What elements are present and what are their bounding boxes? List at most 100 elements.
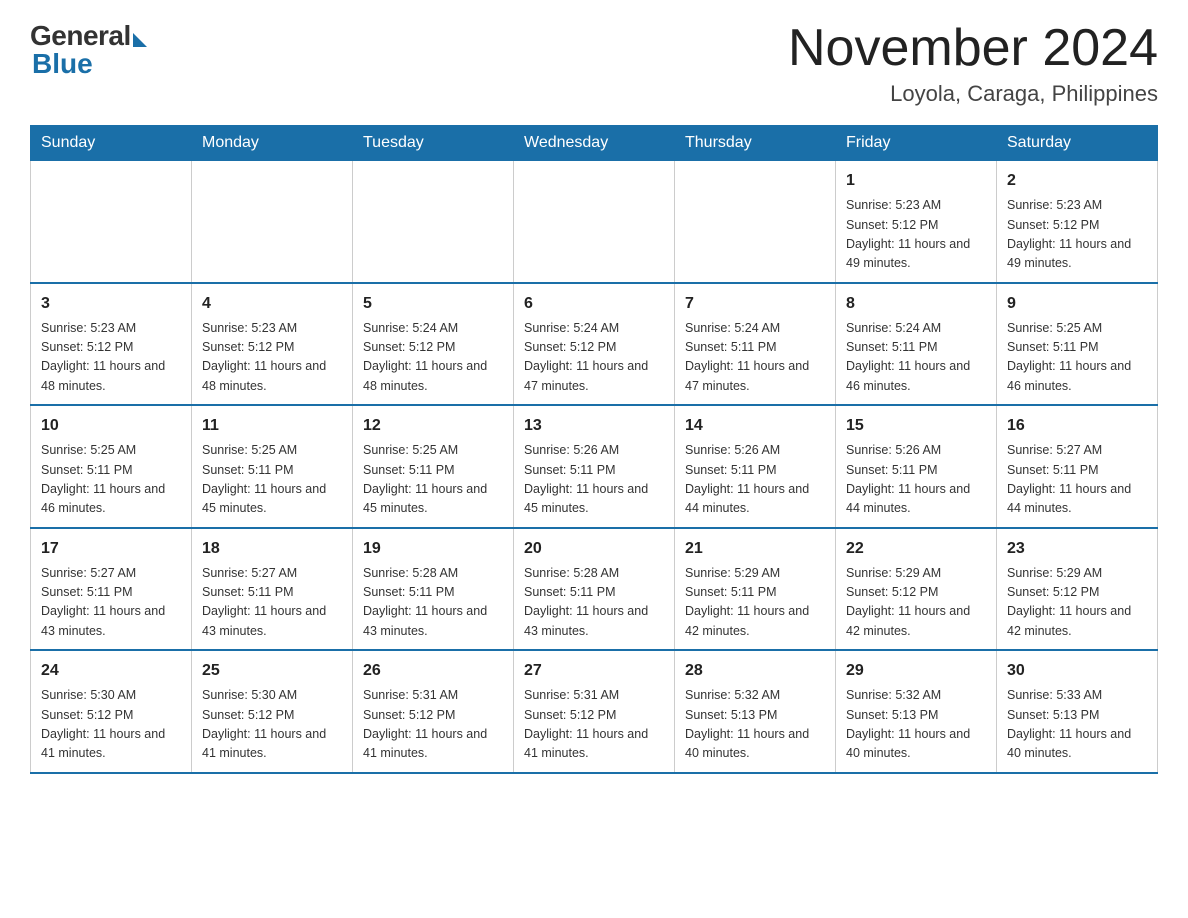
day-info: Sunrise: 5:23 AMSunset: 5:12 PMDaylight:… — [1007, 196, 1147, 274]
day-info: Sunrise: 5:27 AMSunset: 5:11 PMDaylight:… — [41, 564, 181, 642]
day-number: 6 — [524, 292, 664, 316]
day-number: 13 — [524, 414, 664, 438]
calendar-cell: 2Sunrise: 5:23 AMSunset: 5:12 PMDaylight… — [997, 161, 1158, 283]
calendar-cell: 11Sunrise: 5:25 AMSunset: 5:11 PMDayligh… — [192, 405, 353, 528]
calendar-cell: 1 Sunrise: 5:23 AMSunset: 5:12 PMDaylight… — [836, 161, 997, 283]
calendar-week-row: 1 Sunrise: 5:23 AMSunset: 5:12 PMDaylight… — [31, 161, 1158, 283]
header-day-sunday: Sunday — [31, 126, 192, 161]
calendar-cell: 28 Sunrise: 5:32 AMSunset: 5:13 PMDayligh… — [675, 650, 836, 773]
day-info: Sunrise: 5:25 AMSunset: 5:11 PMDaylight:… — [1007, 319, 1147, 397]
logo-blue-text: Blue — [32, 48, 93, 80]
calendar-cell: 5 Sunrise: 5:24 AMSunset: 5:12 PMDaylight… — [353, 283, 514, 406]
day-number: 21 — [685, 537, 825, 561]
day-number: 19 — [363, 537, 503, 561]
day-info: Sunrise: 5:31 AMSunset: 5:12 PMDaylight:… — [363, 686, 503, 764]
day-number: 10 — [41, 414, 181, 438]
day-number: 8 — [846, 292, 986, 316]
day-number: 1 — [846, 169, 986, 193]
calendar-cell: 15 Sunrise: 5:26 AMSunset: 5:11 PMDayligh… — [836, 405, 997, 528]
day-info: Sunrise: 5:23 AMSunset: 5:12 PMDaylight:… — [41, 319, 181, 397]
calendar-cell — [675, 161, 836, 283]
calendar-cell: 26 Sunrise: 5:31 AMSunset: 5:12 PMDayligh… — [353, 650, 514, 773]
day-number: 5 — [363, 292, 503, 316]
day-number: 9 — [1007, 292, 1147, 316]
calendar-cell: 10 Sunrise: 5:25 AMSunset: 5:11 PMDayligh… — [31, 405, 192, 528]
day-info: Sunrise: 5:27 AMSunset: 5:11 PMDaylight:… — [202, 564, 342, 642]
calendar-cell: 9 Sunrise: 5:25 AMSunset: 5:11 PMDaylight… — [997, 283, 1158, 406]
calendar-cell: 20 Sunrise: 5:28 AMSunset: 5:11 PMDayligh… — [514, 528, 675, 651]
day-info: Sunrise: 5:29 AMSunset: 5:12 PMDaylight:… — [1007, 564, 1147, 642]
day-number: 4 — [202, 292, 342, 316]
calendar-cell: 21 Sunrise: 5:29 AMSunset: 5:11 PMDayligh… — [675, 528, 836, 651]
day-info: Sunrise: 5:25 AMSunset: 5:11 PMDaylight:… — [41, 441, 181, 519]
title-block: November 2024 Loyola, Caraga, Philippine… — [788, 20, 1158, 107]
day-info: Sunrise: 5:25 AMSunset: 5:11 PMDaylight:… — [202, 441, 342, 519]
calendar-cell: 25 Sunrise: 5:30 AMSunset: 5:12 PMDayligh… — [192, 650, 353, 773]
calendar-header-row: SundayMondayTuesdayWednesdayThursdayFrid… — [31, 126, 1158, 161]
day-number: 29 — [846, 659, 986, 683]
calendar-cell — [514, 161, 675, 283]
day-info: Sunrise: 5:28 AMSunset: 5:11 PMDaylight:… — [524, 564, 664, 642]
day-number: 7 — [685, 292, 825, 316]
calendar-cell: 12 Sunrise: 5:25 AMSunset: 5:11 PMDayligh… — [353, 405, 514, 528]
calendar-cell: 19 Sunrise: 5:28 AMSunset: 5:11 PMDayligh… — [353, 528, 514, 651]
page-header: General Blue November 2024 Loyola, Carag… — [30, 20, 1158, 107]
calendar-cell: 24Sunrise: 5:30 AMSunset: 5:12 PMDayligh… — [31, 650, 192, 773]
calendar-cell: 18 Sunrise: 5:27 AMSunset: 5:11 PMDayligh… — [192, 528, 353, 651]
calendar-cell: 3 Sunrise: 5:23 AMSunset: 5:12 PMDaylight… — [31, 283, 192, 406]
calendar-cell: 8 Sunrise: 5:24 AMSunset: 5:11 PMDaylight… — [836, 283, 997, 406]
calendar-cell: 23Sunrise: 5:29 AMSunset: 5:12 PMDayligh… — [997, 528, 1158, 651]
header-day-friday: Friday — [836, 126, 997, 161]
day-number: 15 — [846, 414, 986, 438]
day-number: 14 — [685, 414, 825, 438]
day-number: 20 — [524, 537, 664, 561]
calendar-cell: 27Sunrise: 5:31 AMSunset: 5:12 PMDayligh… — [514, 650, 675, 773]
day-info: Sunrise: 5:26 AMSunset: 5:11 PMDaylight:… — [685, 441, 825, 519]
calendar-cell: 22Sunrise: 5:29 AMSunset: 5:12 PMDayligh… — [836, 528, 997, 651]
day-info: Sunrise: 5:29 AMSunset: 5:11 PMDaylight:… — [685, 564, 825, 642]
day-number: 17 — [41, 537, 181, 561]
calendar-cell: 6Sunrise: 5:24 AMSunset: 5:12 PMDaylight… — [514, 283, 675, 406]
day-info: Sunrise: 5:23 AMSunset: 5:12 PMDaylight:… — [202, 319, 342, 397]
calendar-cell: 30 Sunrise: 5:33 AMSunset: 5:13 PMDayligh… — [997, 650, 1158, 773]
calendar-cell: 29 Sunrise: 5:32 AMSunset: 5:13 PMDayligh… — [836, 650, 997, 773]
day-info: Sunrise: 5:23 AMSunset: 5:12 PMDaylight:… — [846, 196, 986, 274]
calendar-cell: 14 Sunrise: 5:26 AMSunset: 5:11 PMDayligh… — [675, 405, 836, 528]
day-number: 18 — [202, 537, 342, 561]
calendar-cell: 13Sunrise: 5:26 AMSunset: 5:11 PMDayligh… — [514, 405, 675, 528]
location-title: Loyola, Caraga, Philippines — [788, 81, 1158, 107]
header-day-saturday: Saturday — [997, 126, 1158, 161]
day-number: 3 — [41, 292, 181, 316]
day-info: Sunrise: 5:28 AMSunset: 5:11 PMDaylight:… — [363, 564, 503, 642]
header-day-monday: Monday — [192, 126, 353, 161]
day-info: Sunrise: 5:32 AMSunset: 5:13 PMDaylight:… — [846, 686, 986, 764]
calendar-week-row: 10 Sunrise: 5:25 AMSunset: 5:11 PMDayligh… — [31, 405, 1158, 528]
day-number: 28 — [685, 659, 825, 683]
logo: General Blue — [30, 20, 147, 80]
month-title: November 2024 — [788, 20, 1158, 77]
day-number: 26 — [363, 659, 503, 683]
day-info: Sunrise: 5:29 AMSunset: 5:12 PMDaylight:… — [846, 564, 986, 642]
calendar-cell — [31, 161, 192, 283]
day-info: Sunrise: 5:24 AMSunset: 5:12 PMDaylight:… — [363, 319, 503, 397]
calendar-table: SundayMondayTuesdayWednesdayThursdayFrid… — [30, 125, 1158, 774]
logo-triangle-icon — [133, 33, 147, 47]
header-day-thursday: Thursday — [675, 126, 836, 161]
day-number: 16 — [1007, 414, 1147, 438]
calendar-cell: 16Sunrise: 5:27 AMSunset: 5:11 PMDayligh… — [997, 405, 1158, 528]
day-info: Sunrise: 5:33 AMSunset: 5:13 PMDaylight:… — [1007, 686, 1147, 764]
day-info: Sunrise: 5:25 AMSunset: 5:11 PMDaylight:… — [363, 441, 503, 519]
day-number: 25 — [202, 659, 342, 683]
calendar-week-row: 24Sunrise: 5:30 AMSunset: 5:12 PMDayligh… — [31, 650, 1158, 773]
header-day-tuesday: Tuesday — [353, 126, 514, 161]
day-number: 30 — [1007, 659, 1147, 683]
calendar-cell — [353, 161, 514, 283]
calendar-cell: 17 Sunrise: 5:27 AMSunset: 5:11 PMDayligh… — [31, 528, 192, 651]
day-info: Sunrise: 5:30 AMSunset: 5:12 PMDaylight:… — [202, 686, 342, 764]
day-info: Sunrise: 5:31 AMSunset: 5:12 PMDaylight:… — [524, 686, 664, 764]
day-info: Sunrise: 5:24 AMSunset: 5:11 PMDaylight:… — [846, 319, 986, 397]
calendar-cell: 7Sunrise: 5:24 AMSunset: 5:11 PMDaylight… — [675, 283, 836, 406]
day-info: Sunrise: 5:26 AMSunset: 5:11 PMDaylight:… — [846, 441, 986, 519]
day-info: Sunrise: 5:32 AMSunset: 5:13 PMDaylight:… — [685, 686, 825, 764]
day-number: 12 — [363, 414, 503, 438]
